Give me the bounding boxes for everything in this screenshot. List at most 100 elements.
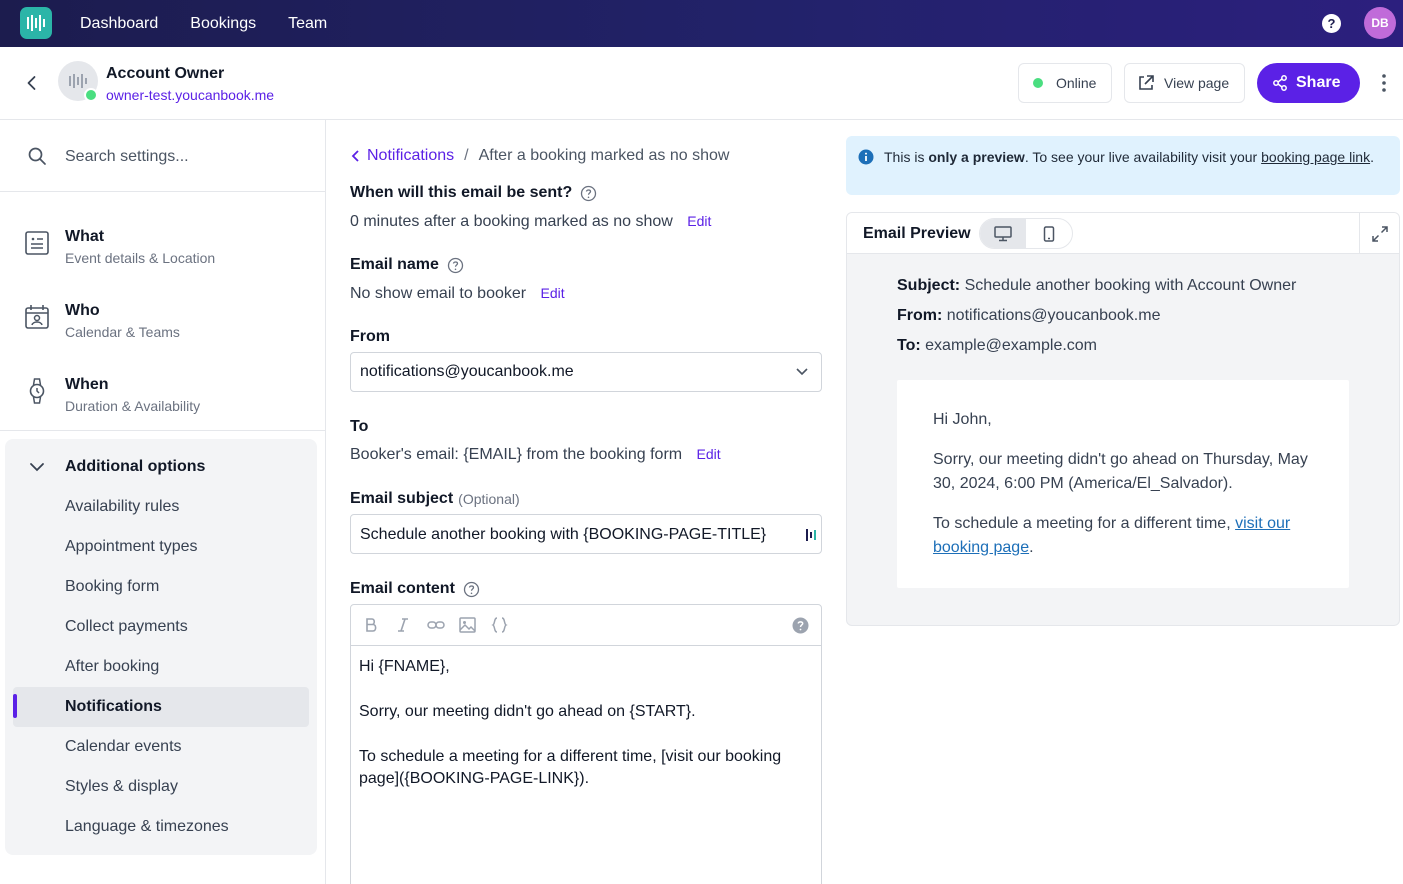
online-status-button[interactable]: Online <box>1018 63 1112 103</box>
email-preview-title: Email Preview <box>863 225 971 242</box>
email-content-editor[interactable]: Hi {FNAME}, Sorry, our meeting didn't go… <box>350 604 822 884</box>
preview-subject-label: Subject: <box>897 277 961 294</box>
view-page-label: View page <box>1164 75 1230 91</box>
online-label: Online <box>1056 75 1097 91</box>
info-suffix: . <box>1370 149 1374 165</box>
expand-icon <box>1371 225 1388 242</box>
calendar-user-icon <box>25 305 49 329</box>
editor-content[interactable]: Hi {FNAME}, Sorry, our meeting didn't go… <box>351 646 821 823</box>
help-icon[interactable] <box>792 617 809 634</box>
when-sent-text: 0 minutes after a booking marked as no s… <box>350 213 673 230</box>
editor-line: To schedule a meeting for a different ti… <box>359 748 782 787</box>
page-header: Account Owner owner-test.youcanbook.me O… <box>0 47 1403 120</box>
from-select[interactable]: notifications@youcanbook.me <box>350 352 822 392</box>
mobile-view-button[interactable] <box>1026 219 1072 248</box>
edit-when-link[interactable]: Edit <box>687 213 711 229</box>
email-preview-panel: Email Preview Subject: Schedule another … <box>846 212 1400 626</box>
email-name-text: No show email to booker <box>350 285 527 302</box>
sidebar-item-styles-display[interactable]: Styles & display <box>65 778 178 796</box>
sidebar-divider <box>0 430 325 431</box>
sidebar-item-calendar-events[interactable]: Calendar events <box>65 738 182 756</box>
question-circle-icon[interactable] <box>580 185 597 202</box>
more-menu-button[interactable] <box>1376 73 1392 93</box>
document-icon <box>25 231 49 255</box>
sidebar-item-collect-payments[interactable]: Collect payments <box>65 618 188 636</box>
nav-bookings[interactable]: Bookings <box>174 15 272 33</box>
sidebar-item-language-timezones[interactable]: Language & timezones <box>65 818 229 836</box>
code-braces-icon[interactable] <box>491 617 508 633</box>
breadcrumb-parent-label: Notifications <box>367 147 455 164</box>
to-text: Booker's email: {EMAIL} from the booking… <box>350 446 683 463</box>
sidebar-item-title: When <box>65 376 109 393</box>
help-icon[interactable]: ? <box>1322 14 1341 33</box>
preview-to-value: example@example.com <box>925 337 1098 354</box>
edit-name-link[interactable]: Edit <box>541 285 565 301</box>
additional-options-section: Additional options Availability rules Ap… <box>5 439 317 855</box>
from-label: From <box>350 328 390 345</box>
back-button[interactable] <box>22 73 42 93</box>
main-nav: Dashboard Bookings Team <box>64 0 343 47</box>
app-logo[interactable] <box>20 7 52 39</box>
question-circle-icon[interactable] <box>463 581 480 598</box>
email-body-preview: Hi John, Sorry, our meeting didn't go ah… <box>897 380 1349 588</box>
expand-preview-button[interactable] <box>1359 213 1399 254</box>
to-value: Booker's email: {EMAIL} from the booking… <box>350 446 721 464</box>
user-avatar[interactable]: DB <box>1364 7 1396 39</box>
watch-icon <box>29 378 45 404</box>
when-sent-value: 0 minutes after a booking marked as no s… <box>350 213 711 231</box>
email-greeting: Hi John, <box>933 411 992 428</box>
question-circle-icon[interactable] <box>447 257 464 274</box>
email-content-label: Email content <box>350 580 480 598</box>
preview-from-label: From: <box>897 307 943 324</box>
desktop-view-button[interactable] <box>980 219 1026 248</box>
sidebar-item-availability-rules[interactable]: Availability rules <box>65 498 179 516</box>
additional-options-heading[interactable]: Additional options <box>65 458 205 476</box>
search-icon <box>28 147 46 165</box>
email-subject-input[interactable]: Schedule another booking with {BOOKING-P… <box>350 514 822 554</box>
email-body-paragraph-2: To schedule a meeting for a different ti… <box>933 512 1313 560</box>
view-page-button[interactable]: View page <box>1124 63 1245 103</box>
preview-to-label: To: <box>897 337 921 354</box>
info-text: This is only a preview. To see your live… <box>884 148 1384 166</box>
preview-subject: Subject: Schedule another booking with A… <box>897 277 1296 295</box>
sidebar-item-appointment-types[interactable]: Appointment types <box>65 538 198 556</box>
when-sent-label: When will this email be sent? <box>350 184 597 202</box>
email-body-paragraph: Sorry, our meeting didn't go ahead on Th… <box>933 451 1308 492</box>
edit-to-link[interactable]: Edit <box>697 446 721 462</box>
sidebar-item-notifications[interactable]: Notifications <box>65 698 162 716</box>
nav-dashboard[interactable]: Dashboard <box>64 15 174 33</box>
bold-icon[interactable] <box>363 617 379 633</box>
email-content-label-text: Email content <box>350 580 455 597</box>
share-button[interactable]: Share <box>1257 63 1360 103</box>
account-url[interactable]: owner-test.youcanbook.me <box>106 87 274 103</box>
mobile-icon <box>1043 225 1055 242</box>
email-body2-prefix: To schedule a meeting for a different ti… <box>933 515 1236 532</box>
preview-to: To: example@example.com <box>897 337 1097 355</box>
sidebar-item-who[interactable]: Who Calendar & Teams <box>0 276 325 350</box>
email-body2-suffix: . <box>1029 539 1034 556</box>
sidebar-item-when[interactable]: When Duration & Availability <box>0 350 325 424</box>
link-icon[interactable] <box>427 617 445 633</box>
settings-sidebar: What Event details & Location Who Calend… <box>0 120 326 884</box>
sidebar-item-what[interactable]: What Event details & Location <box>0 202 325 276</box>
info-middle: . To see your live availability visit yo… <box>1024 149 1262 165</box>
nav-team[interactable]: Team <box>272 15 343 33</box>
sidebar-item-after-booking[interactable]: After booking <box>65 658 159 676</box>
image-icon[interactable] <box>459 617 476 633</box>
optional-tag: (Optional) <box>458 491 520 507</box>
breadcrumb-notifications-link[interactable]: Notifications <box>350 147 454 165</box>
italic-icon[interactable] <box>395 617 411 633</box>
editor-toolbar <box>351 605 821 646</box>
chevron-down-icon[interactable] <box>29 459 45 475</box>
insert-variable-icon[interactable] <box>805 527 817 543</box>
email-name-label: Email name <box>350 256 464 274</box>
search-settings-input[interactable] <box>60 142 300 172</box>
email-subject-label: Email subject (Optional) <box>350 490 520 508</box>
preview-info-banner: This is only a preview. To see your live… <box>846 136 1400 195</box>
share-label: Share <box>1296 74 1341 91</box>
active-item-indicator <box>13 694 17 718</box>
sidebar-item-title: Who <box>65 302 100 319</box>
booking-page-link[interactable]: booking page link <box>1261 149 1370 165</box>
sidebar-item-booking-form[interactable]: Booking form <box>65 578 159 596</box>
device-toggle <box>979 218 1073 249</box>
